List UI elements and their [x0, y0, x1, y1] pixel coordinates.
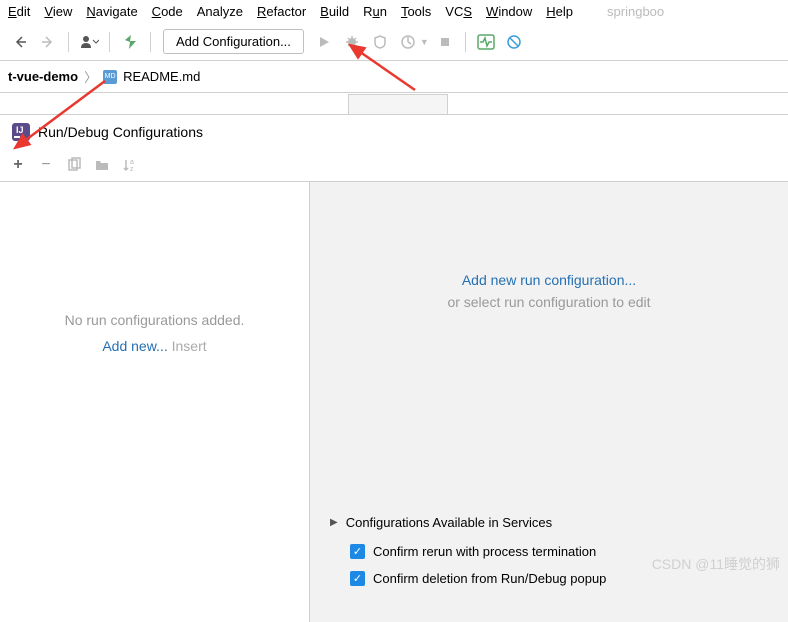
main-toolbar: Add Configuration... ▼ — [0, 23, 788, 61]
activity-button[interactable] — [474, 30, 498, 54]
nav-forward-button[interactable] — [36, 30, 60, 54]
triangle-right-icon: ▶ — [330, 517, 338, 528]
dialog-body: No run configurations added. Add new... … — [0, 182, 788, 622]
confirm-rerun-checkbox-row[interactable]: ✓ Confirm rerun with process termination — [330, 538, 768, 565]
menu-edit[interactable]: Edit — [8, 4, 30, 19]
add-button[interactable]: + — [8, 155, 28, 175]
dialog-toolbar: + − az — [0, 149, 788, 182]
dialog-title-bar: IJ Run/Debug Configurations — [0, 115, 788, 149]
insert-hint: Insert — [172, 338, 207, 354]
project-name-hint: springboo — [607, 4, 664, 19]
menu-bar: Edit View Navigate Code Analyze Refactor… — [0, 0, 788, 23]
add-configuration-button[interactable]: Add Configuration... — [163, 29, 304, 54]
svg-text:a: a — [130, 159, 134, 166]
checkbox-checked-icon[interactable]: ✓ — [350, 571, 365, 586]
coverage-button[interactable] — [368, 30, 392, 54]
copy-button[interactable] — [64, 155, 84, 175]
no-entry-icon[interactable] — [502, 30, 526, 54]
config-detail-pane: Add new run configuration... or select r… — [310, 182, 788, 622]
empty-message: No run configurations added. — [65, 312, 245, 328]
or-select-text: or select run configuration to edit — [447, 294, 650, 310]
checkbox-checked-icon[interactable]: ✓ — [350, 544, 365, 559]
user-dropdown-button[interactable] — [77, 30, 101, 54]
dialog-title: Run/Debug Configurations — [38, 124, 203, 140]
intellij-icon: IJ — [12, 123, 30, 141]
markdown-file-icon: MD — [103, 70, 117, 84]
configs-in-services-section[interactable]: ▶ Configurations Available in Services — [330, 507, 768, 538]
sort-button[interactable]: az — [120, 155, 140, 175]
breadcrumb: t-vue-demo 〉 MD README.md — [0, 61, 788, 93]
svg-text:z: z — [130, 166, 134, 173]
breadcrumb-project[interactable]: t-vue-demo — [8, 69, 78, 84]
tab-stub[interactable] — [348, 94, 448, 114]
add-new-link[interactable]: Add new... — [102, 338, 167, 354]
build-button[interactable] — [118, 30, 142, 54]
menu-vcs[interactable]: VCS — [445, 4, 472, 19]
menu-refactor[interactable]: Refactor — [257, 4, 306, 19]
menu-window[interactable]: Window — [486, 4, 532, 19]
menu-build[interactable]: Build — [320, 4, 349, 19]
menu-help[interactable]: Help — [546, 4, 573, 19]
menu-tools[interactable]: Tools — [401, 4, 431, 19]
folder-button[interactable] — [92, 155, 112, 175]
menu-view[interactable]: View — [44, 4, 72, 19]
breadcrumb-file[interactable]: README.md — [123, 69, 200, 84]
editor-tabs — [0, 93, 788, 115]
chevron-right-icon: 〉 — [84, 67, 97, 86]
debug-button[interactable] — [340, 30, 364, 54]
remove-button[interactable]: − — [36, 155, 56, 175]
menu-run[interactable]: Run — [363, 4, 387, 19]
confirm-deletion-checkbox-row[interactable]: ✓ Confirm deletion from Run/Debug popup — [330, 565, 768, 592]
profile-button[interactable] — [396, 30, 420, 54]
stop-button[interactable] — [433, 30, 457, 54]
run-button[interactable] — [312, 30, 336, 54]
svg-text:IJ: IJ — [16, 125, 24, 135]
menu-navigate[interactable]: Navigate — [86, 4, 137, 19]
config-list-pane: No run configurations added. Add new... … — [0, 182, 310, 622]
menu-analyze[interactable]: Analyze — [197, 4, 243, 19]
nav-back-button[interactable] — [8, 30, 32, 54]
add-new-line: Add new... Insert — [102, 338, 206, 354]
add-new-run-config-link[interactable]: Add new run configuration... — [462, 272, 636, 288]
menu-code[interactable]: Code — [152, 4, 183, 19]
